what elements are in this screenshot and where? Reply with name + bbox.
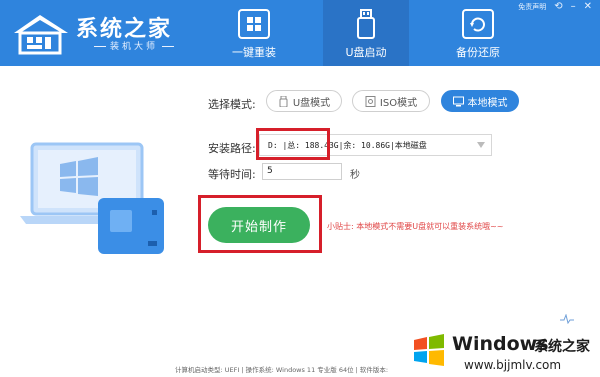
mode-option-label: U盘模式 [292, 97, 331, 109]
usb-icon [279, 95, 288, 107]
mode-option-label: 本地模式 [467, 97, 508, 109]
share-icon[interactable]: ⟲ [554, 2, 562, 12]
mode-label: 选择模式: [208, 98, 256, 111]
tab-label: 一键重装 [232, 46, 276, 59]
app-subtitle: 装机大师 [90, 39, 178, 52]
watermark-brand-cn: 系统之家 [534, 339, 590, 355]
path-highlight-box [256, 128, 330, 160]
usb-mode-button[interactable]: U盘模式 [266, 90, 342, 112]
minimize-icon[interactable]: – [571, 2, 576, 12]
watermark-url: www.bjjmlv.com [464, 358, 562, 372]
wait-time-input[interactable]: 5 [262, 163, 342, 180]
tab-label: U盘启动 [345, 46, 387, 59]
close-icon[interactable]: ✕ [584, 2, 592, 12]
tip-text: 小贴士: 本地模式不需要U盘就可以重装系统哦~~ [327, 222, 504, 231]
watermark: Windows 系统之家 www.bjjmlv.com [412, 331, 600, 377]
wait-time-unit: 秒 [350, 170, 360, 181]
window-controls: 免责声明 ⟲ – ✕ [518, 2, 592, 12]
tab-one-click-reinstall[interactable]: 一键重装 [211, 0, 297, 66]
local-mode-button[interactable]: 本地模式 [441, 90, 519, 112]
pulse-icon [560, 314, 574, 324]
install-path-label: 安装路径: [208, 142, 256, 155]
tab-usb-boot[interactable]: U盘启动 [323, 0, 409, 66]
tab-backup-restore[interactable]: 备份还原 [435, 0, 521, 66]
wait-time-label: 等待时间: [208, 168, 256, 181]
app-window: 系统之家 装机大师 免责声明 ⟲ – ✕ 一键重装 U盘启动 备份还原 选择模式… [0, 0, 600, 377]
mode-option-label: ISO模式 [379, 97, 418, 109]
usb-drive-icon [357, 9, 375, 39]
monitor-icon [452, 96, 464, 106]
disc-file-icon [365, 95, 376, 107]
chevron-down-icon[interactable] [477, 142, 485, 148]
app-logo: 系统之家 装机大师 [10, 9, 180, 59]
laptop-illustration-icon [20, 142, 164, 254]
start-button-highlight-box [198, 195, 322, 253]
header-bar: 系统之家 装机大师 免责声明 ⟲ – ✕ 一键重装 U盘启动 备份还原 [0, 0, 600, 66]
tab-label: 备份还原 [456, 46, 500, 59]
iso-mode-button[interactable]: ISO模式 [352, 90, 430, 112]
disclaimer-link[interactable]: 免责声明 [518, 2, 546, 12]
status-footer: 计算机启动类型: UEFI | 操作系统: Windows 11 专业版 64位… [175, 366, 389, 374]
windows-window-icon [238, 9, 270, 39]
backup-restore-icon [462, 9, 494, 39]
house-logo-icon [14, 15, 68, 55]
windows-flag-icon [414, 334, 444, 366]
